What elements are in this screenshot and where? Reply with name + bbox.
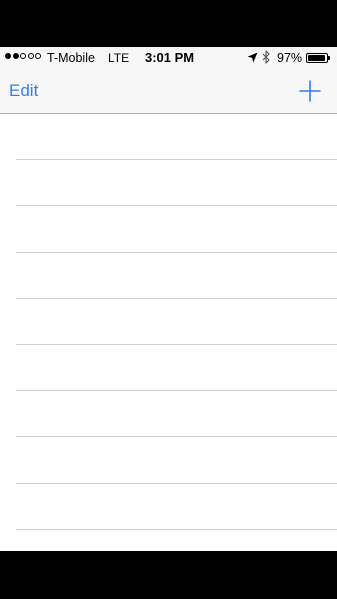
list-row[interactable]	[0, 253, 337, 299]
battery-percent: 97%	[277, 51, 303, 65]
battery-level-fill	[308, 55, 326, 61]
table-list	[0, 114, 337, 530]
top-bezel	[0, 0, 337, 47]
location-arrow-icon	[247, 52, 258, 63]
phone-screen: T-Mobile LTE 3:01 PM 97% Edit	[0, 47, 337, 551]
list-row[interactable]	[0, 391, 337, 438]
signal-dot	[12, 53, 19, 59]
row-separator	[16, 528, 337, 530]
status-time: 3:01 PM	[145, 50, 195, 65]
bottom-bezel	[0, 551, 337, 599]
list-row[interactable]	[0, 114, 337, 161]
bluetooth-icon	[262, 50, 270, 64]
status-bar: T-Mobile LTE 3:01 PM 97%	[0, 47, 337, 69]
signal-dot	[5, 53, 11, 59]
list-row[interactable]	[0, 345, 337, 392]
battery-icon	[306, 53, 332, 63]
list-row[interactable]	[0, 160, 337, 207]
plus-icon[interactable]	[296, 77, 324, 105]
edit-button[interactable]: Edit	[9, 81, 38, 101]
navigation-bar: Edit	[0, 69, 337, 114]
list-row[interactable]	[0, 437, 337, 484]
signal-dot	[27, 53, 34, 59]
carrier-name: T-Mobile	[47, 51, 95, 65]
list-row[interactable]	[0, 206, 337, 253]
signal-dot	[35, 53, 41, 59]
list-row[interactable]	[0, 299, 337, 345]
network-type: LTE	[108, 51, 130, 65]
signal-dot	[20, 53, 26, 59]
cell-signal-indicator	[5, 53, 41, 59]
list-row[interactable]	[0, 484, 337, 530]
